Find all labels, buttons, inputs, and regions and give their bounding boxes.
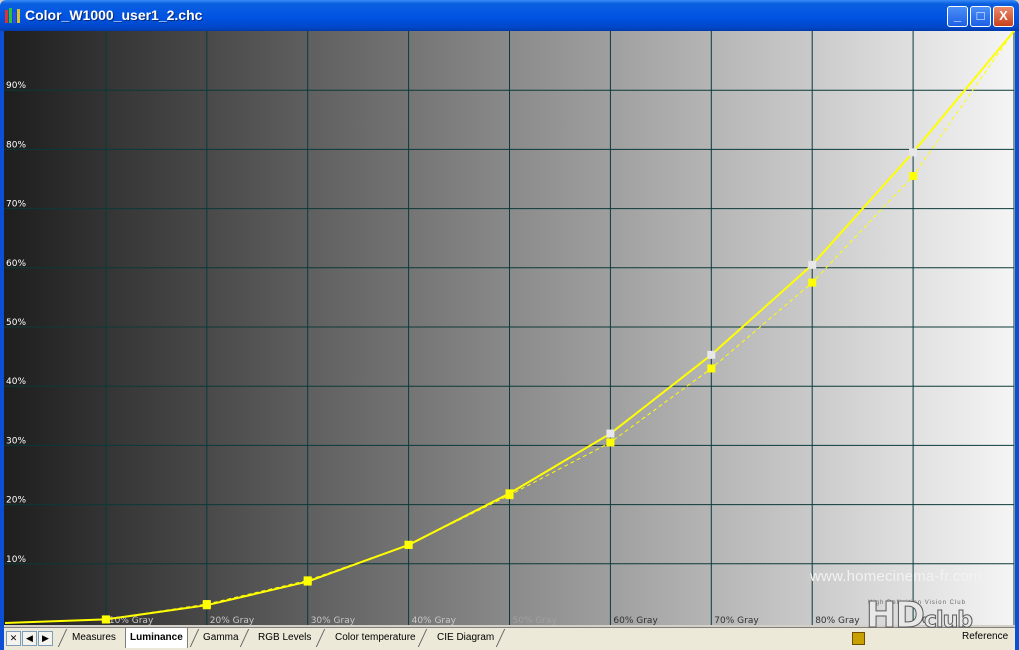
tab-cie-diagram[interactable]: CIE Diagram [433, 628, 498, 648]
gray-band [4, 31, 107, 625]
x-tick-label: 40% Gray [412, 616, 457, 626]
tab-separator [189, 629, 200, 647]
reference-point [505, 489, 514, 498]
nav-prev-button[interactable]: ◀ [22, 631, 37, 646]
tab-separator [315, 629, 326, 647]
reference-point [404, 540, 413, 549]
reference-point [808, 260, 817, 269]
tab-separator [57, 629, 68, 647]
y-tick-label: 60% [6, 259, 26, 269]
reference-point [909, 148, 918, 157]
tab-measures[interactable]: Measures [68, 628, 120, 648]
tab-color-temperature[interactable]: Color temperature [331, 628, 420, 648]
y-tick-label: 90% [6, 81, 26, 91]
reference-point [303, 577, 312, 586]
gray-band [205, 31, 309, 625]
luminance-chart: 10%20%30%40%50%60%70%80%90% 10% Gray 20% … [4, 31, 1015, 626]
window-frame-right [1015, 31, 1019, 650]
x-tick-label: 60% Gray [613, 616, 658, 626]
close-button[interactable]: X [993, 6, 1014, 27]
shield-icon[interactable] [852, 632, 865, 645]
measured-point [606, 438, 615, 447]
gray-band [508, 31, 612, 625]
gray-band [306, 31, 410, 625]
y-tick-label: 70% [6, 200, 26, 210]
y-tick-label: 20% [6, 496, 26, 506]
y-tick-label: 50% [6, 318, 26, 328]
x-tick-label: 80% Gray [815, 616, 860, 626]
x-tick-label: 70% Gray [714, 616, 759, 626]
app-bars-icon [5, 8, 21, 23]
gray-band [407, 31, 511, 625]
gray-band [811, 31, 915, 625]
tab-gamma[interactable]: Gamma [199, 628, 243, 648]
gray-band [104, 31, 208, 625]
x-tick-label: 30% Gray [311, 616, 356, 626]
logo-tail-text: club [924, 608, 974, 633]
tab-bar: ✕ ◀ ▶ Measures Luminance Gamma RGB Level… [4, 627, 1015, 650]
gray-band [912, 31, 1015, 625]
reference-point [707, 350, 716, 359]
x-tick-label: 50% Gray [513, 616, 558, 626]
gray-band [609, 31, 713, 625]
tab-rgb-levels[interactable]: RGB Levels [254, 628, 315, 648]
maximize-button[interactable]: □ [970, 6, 991, 27]
title-bar: Color_W1000_user1_2.chc _ □ X [0, 0, 1019, 31]
gray-band [710, 31, 814, 625]
window-title: Color_W1000_user1_2.chc [25, 7, 203, 23]
hdclub-logo: HDclub [865, 595, 974, 636]
measured-point [707, 364, 716, 373]
y-tick-label: 30% [6, 436, 26, 446]
reference-point [606, 429, 615, 438]
reference-point [101, 615, 110, 624]
nav-next-button[interactable]: ▶ [38, 631, 53, 646]
y-tick-label: 10% [6, 555, 26, 565]
minimize-button[interactable]: _ [947, 6, 968, 27]
tab-luminance[interactable]: Luminance [125, 628, 188, 648]
reference-point [202, 601, 211, 610]
watermark-site: www.homecinema-fr.com [810, 568, 982, 585]
nav-close-button[interactable]: ✕ [6, 631, 21, 646]
measured-point [808, 278, 817, 287]
y-tick-label: 40% [6, 377, 26, 387]
y-tick-label: 80% [6, 140, 26, 150]
x-tick-label: 20% Gray [210, 616, 255, 626]
logo-text: HD [865, 595, 925, 636]
measured-point [909, 172, 918, 181]
